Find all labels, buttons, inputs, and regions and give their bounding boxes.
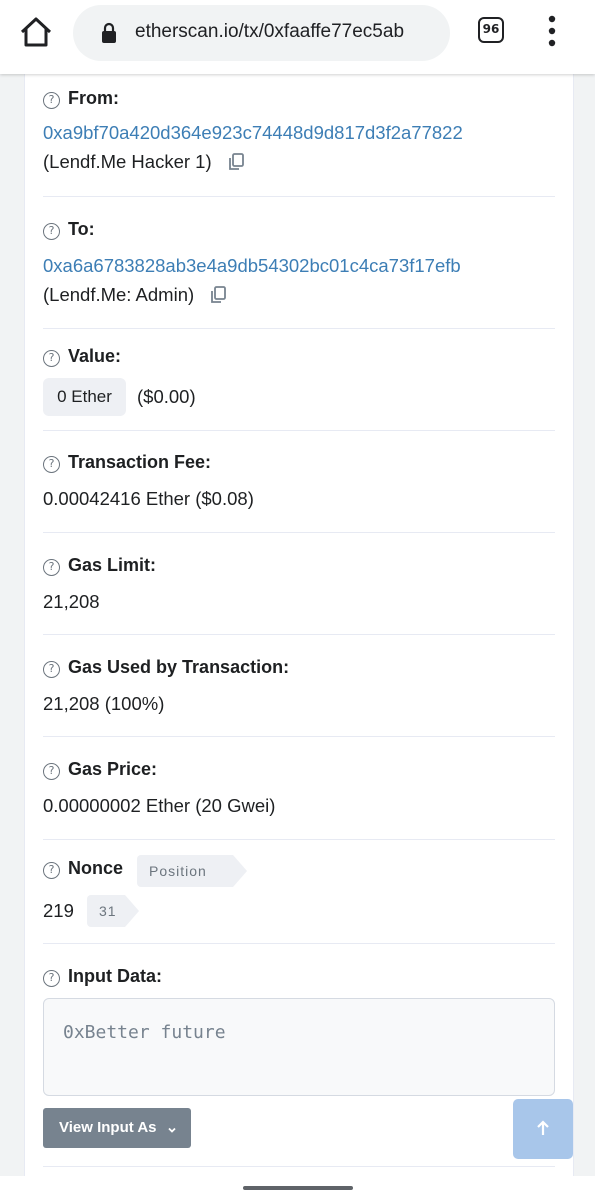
nonce-value: 219 xyxy=(43,900,74,921)
lock-icon xyxy=(101,22,117,44)
help-icon[interactable]: ? xyxy=(43,350,60,367)
position-tag: Position xyxy=(137,855,247,887)
copy-icon[interactable] xyxy=(227,153,245,171)
from-label: ? From: xyxy=(43,88,119,109)
value-amount-badge: 0 Ether xyxy=(43,378,126,416)
url-text[interactable]: etherscan.io/tx/0xfaaffe77ec5ab xyxy=(135,21,440,43)
browser-toolbar: etherscan.io/tx/0xfaaffe77ec5ab 96 xyxy=(0,0,595,74)
from-address-link[interactable]: 0xa9bf70a420d364e923c74448d9d817d3f2a778… xyxy=(43,122,463,144)
from-tag: (Lendf.Me Hacker 1) xyxy=(43,151,245,173)
divider xyxy=(43,943,555,944)
nonce-label: ? Nonce xyxy=(43,858,123,879)
divider xyxy=(43,328,555,329)
divider xyxy=(43,634,555,635)
gas-price-value: 0.00000002 Ether (20 Gwei) xyxy=(43,795,276,816)
gas-used-label: ? Gas Used by Transaction: xyxy=(43,657,289,678)
home-icon[interactable] xyxy=(18,14,54,50)
help-icon[interactable]: ? xyxy=(43,970,60,987)
divider xyxy=(43,736,555,737)
to-address-link[interactable]: 0xa6a6783828ab3e4a9db54302bc01c4ca73f17e… xyxy=(43,255,461,277)
view-input-as-button[interactable]: View Input As xyxy=(43,1108,191,1148)
input-data-text: 0xBetter future xyxy=(63,1022,226,1043)
divider xyxy=(43,532,555,533)
address-bar[interactable]: etherscan.io/tx/0xfaaffe77ec5ab xyxy=(73,5,450,61)
help-icon[interactable]: ? xyxy=(43,862,60,879)
fee-value: 0.00042416 Ether ($0.08) xyxy=(43,488,254,509)
divider xyxy=(43,1166,555,1167)
help-icon[interactable]: ? xyxy=(43,456,60,473)
input-data-textarea[interactable]: 0xBetter future xyxy=(43,998,555,1096)
input-data-label: ? Input Data: xyxy=(43,966,162,987)
value-label: ? Value: xyxy=(43,346,121,367)
more-vert-icon[interactable] xyxy=(542,14,562,48)
fee-label: ? Transaction Fee: xyxy=(43,452,211,473)
gas-used-value: 21,208 (100%) xyxy=(43,693,165,714)
help-icon[interactable]: ? xyxy=(43,92,60,109)
scroll-to-top-button[interactable] xyxy=(513,1099,573,1159)
arrow-up-icon xyxy=(537,1120,549,1135)
copy-icon[interactable] xyxy=(209,286,227,304)
gesture-handle[interactable] xyxy=(243,1186,353,1190)
divider xyxy=(43,430,555,431)
gas-limit-label: ? Gas Limit: xyxy=(43,555,156,576)
to-label: ? To: xyxy=(43,219,95,240)
help-icon[interactable]: ? xyxy=(43,661,60,678)
position-value-tag: 31 xyxy=(87,895,139,927)
tab-switcher-button[interactable]: 96 xyxy=(478,17,504,43)
gas-price-label: ? Gas Price: xyxy=(43,759,157,780)
value-usd: ($0.00) xyxy=(137,386,196,407)
transaction-details-card: ? From: 0xa9bf70a420d364e923c74448d9d817d… xyxy=(24,70,574,1200)
view-input-as-label: View Input As xyxy=(59,1119,157,1136)
help-icon[interactable]: ? xyxy=(43,763,60,780)
divider xyxy=(43,839,555,840)
chevron-down-icon xyxy=(167,1122,177,1133)
help-icon[interactable]: ? xyxy=(43,223,60,240)
gas-limit-value: 21,208 xyxy=(43,591,100,612)
to-tag: (Lendf.Me: Admin) xyxy=(43,284,227,306)
divider xyxy=(43,196,555,197)
help-icon[interactable]: ? xyxy=(43,559,60,576)
